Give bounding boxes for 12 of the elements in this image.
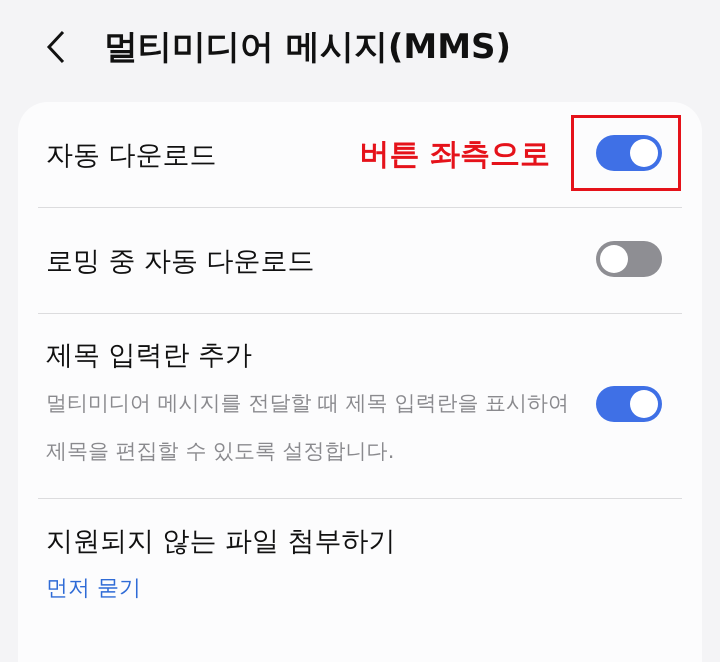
toggle-switch[interactable] xyxy=(596,386,662,422)
screen-title: 멀티미디어 메시지(MMS) xyxy=(104,26,512,69)
setting-title: 제목 입력란 추가 xyxy=(46,339,254,373)
back-icon xyxy=(46,30,66,64)
annotation-text: 버튼 좌측으로 xyxy=(360,136,550,174)
setting-value[interactable]: 먼저 묻기 xyxy=(46,573,662,603)
toggle-switch[interactable] xyxy=(596,240,662,276)
setting-title: 로밍 중 자동 다운로드 xyxy=(46,244,316,278)
setting-title: 지원되지 않는 파일 첨부하기 xyxy=(46,525,397,559)
toggle-switch[interactable] xyxy=(596,134,662,170)
setting-title: 자동 다운로드 xyxy=(46,138,218,172)
setting-description: 멀티미디어 메시지를 전달할 때 제목 입력란을 표시하여 제목을 편집할 수 있도록 설정합니다. xyxy=(46,390,570,465)
